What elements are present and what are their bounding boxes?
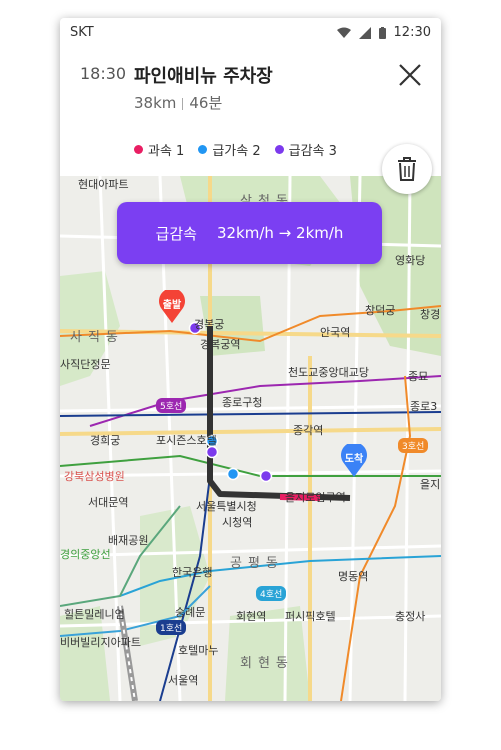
place-label[interactable]: 숭례문 — [175, 604, 205, 620]
place-label[interactable]: 안국역 — [320, 324, 350, 340]
place-label[interactable]: 강북삼성병원 — [64, 468, 125, 484]
wifi-icon — [336, 27, 351, 38]
place-label[interactable]: 영화당 — [395, 252, 425, 268]
place-label[interactable]: 서울특별시청 — [196, 498, 257, 514]
event-type: 급감속 — [155, 224, 197, 243]
legend-label: 급가속 2 — [212, 144, 261, 159]
subway-line-badge: 5호선 — [156, 398, 187, 413]
subway-line-badge: 4호선 — [256, 586, 287, 601]
place-label[interactable]: 서울역 — [168, 672, 198, 688]
place-label[interactable]: 을지로입구역 — [285, 489, 346, 505]
speeding-dot-icon — [134, 145, 143, 154]
signal-icon — [358, 26, 371, 39]
legend-label: 급감속 3 — [288, 144, 337, 159]
place-label[interactable]: 배재공원 — [108, 532, 148, 548]
place-label[interactable]: 회현역 — [236, 608, 266, 624]
start-marker-label: 출발 — [162, 300, 182, 311]
end-marker-label: 도착 — [344, 454, 364, 465]
arrival-time: 18:30 — [80, 64, 127, 83]
event-detail-banner[interactable]: 급감속 32km/h → 2km/h — [117, 202, 382, 264]
carrier-label: SKT — [70, 25, 94, 40]
trip-distance: 38km — [134, 94, 177, 112]
place-label[interactable]: 종각역 — [293, 422, 323, 438]
place-label[interactable]: 경희궁 — [90, 432, 120, 448]
place-label[interactable]: 천도교중앙대교당 — [288, 364, 369, 380]
trash-icon — [398, 157, 416, 181]
place-label[interactable]: 창경 — [420, 306, 440, 322]
event-legend: 과속 1 급가속 2 급감속 3 — [134, 140, 337, 159]
battery-icon — [378, 26, 386, 39]
subway-line-badge: 3호선 — [398, 438, 429, 453]
destination-name: 파인애비뉴 주차장 — [134, 66, 273, 87]
place-label[interactable]: 현대아파트 — [78, 176, 129, 192]
subway-line-badge: 1호선 — [156, 620, 187, 635]
trip-meta: 38km 46분 — [134, 92, 222, 113]
legend-rapid-deceleration[interactable]: 급감속 3 — [274, 140, 337, 159]
place-label[interactable]: 을지 — [420, 476, 440, 492]
place-label[interactable]: 종로3 — [410, 398, 437, 414]
clock: 12:30 — [393, 25, 431, 40]
place-label[interactable]: 비버빌리지아파트 — [60, 634, 141, 650]
place-label[interactable]: 경의중앙선 — [60, 546, 111, 562]
legend-label: 과속 1 — [148, 144, 185, 159]
place-label[interactable]: 퍼시픽호텔 — [285, 608, 336, 624]
status-bar: SKT 12:30 — [60, 18, 441, 48]
district-label: 공평동 — [230, 556, 284, 571]
district-label: 사직동 — [70, 330, 124, 345]
trip-duration: 46분 — [189, 94, 223, 112]
place-label[interactable]: 사직단정문 — [60, 356, 111, 372]
place-label[interactable]: 힐튼밀레니엄 — [64, 606, 125, 622]
place-label[interactable]: 종묘 — [408, 368, 428, 384]
end-marker[interactable]: 도착 — [340, 442, 368, 478]
start-marker[interactable]: 출발 — [158, 288, 186, 324]
place-label[interactable]: 충정사 — [395, 608, 425, 624]
deceleration-dot-icon — [274, 145, 284, 154]
place-label[interactable]: 경복궁역 — [200, 336, 240, 352]
meta-divider — [182, 97, 184, 110]
delete-button[interactable] — [382, 144, 432, 194]
speed-change: 32km/h → 2km/h — [216, 224, 344, 242]
place-label[interactable]: 경복궁 — [194, 316, 224, 332]
place-label[interactable]: 창덕궁 — [365, 302, 395, 318]
district-label: 회현동 — [240, 656, 294, 671]
legend-speeding[interactable]: 과속 1 — [134, 140, 184, 159]
phone-screen: SKT 12:30 18:30 파인애비뉴 주차장 38km 46분 과속 1 급… — [60, 18, 441, 701]
place-label[interactable]: 명동역 — [338, 568, 368, 584]
status-icons: 12:30 — [336, 25, 431, 40]
place-label[interactable]: 한국은행 — [172, 564, 212, 580]
place-label[interactable]: 포시즌스호텔 — [156, 432, 217, 448]
place-label[interactable]: 시청역 — [222, 514, 252, 530]
place-label[interactable]: 호텔마누 — [178, 642, 218, 658]
place-label[interactable]: 종로구청 — [222, 394, 262, 410]
place-label[interactable]: 서대문역 — [88, 494, 128, 510]
close-icon[interactable] — [397, 62, 423, 88]
acceleration-dot-icon — [198, 145, 208, 154]
legend-rapid-acceleration[interactable]: 급가속 2 — [198, 140, 261, 159]
